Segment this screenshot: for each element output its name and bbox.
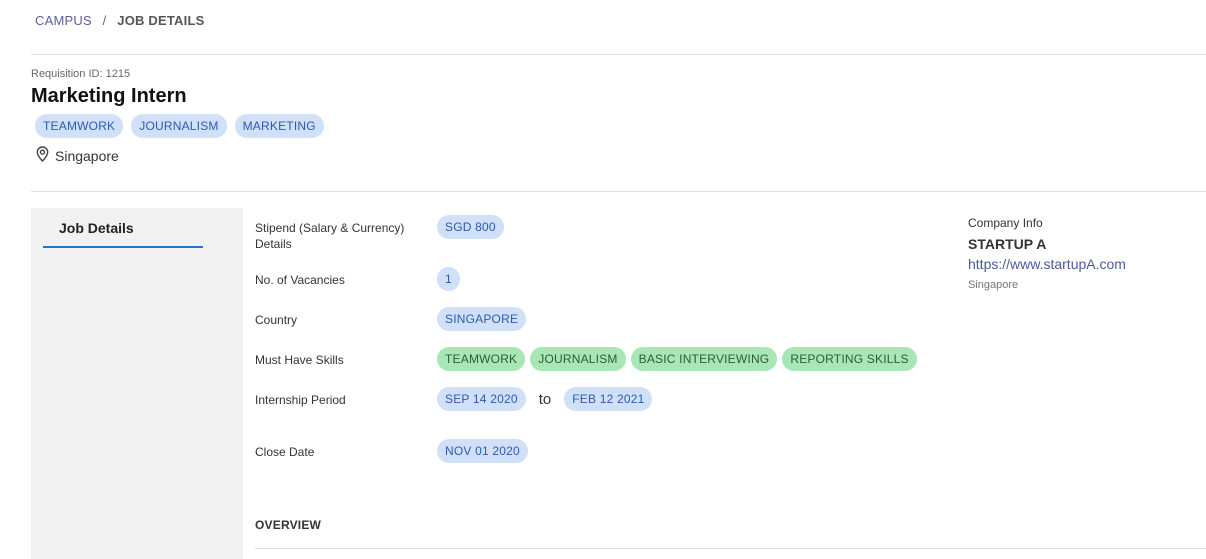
- skill-chip: TEAMWORK: [437, 347, 526, 371]
- close-date-wrap: NOV 01 2020: [437, 439, 528, 463]
- skill-chip: REPORTING SKILLS: [782, 347, 917, 371]
- close-date-label: Close Date: [255, 445, 315, 459]
- skills-label: Must Have Skills: [255, 353, 344, 367]
- vacancies-value-wrap: 1: [437, 267, 460, 291]
- breadcrumb-separator: /: [102, 13, 107, 28]
- company-info-label: Company Info: [968, 216, 1043, 230]
- breadcrumb-current: JOB DETAILS: [117, 13, 205, 28]
- skills-list: TEAMWORK JOURNALISM BASIC INTERVIEWING R…: [437, 347, 917, 371]
- close-date-value: NOV 01 2020: [437, 439, 528, 463]
- job-location: Singapore: [35, 146, 119, 165]
- period-end: FEB 12 2021: [564, 387, 653, 411]
- breadcrumb: CAMPUS / JOB DETAILS: [35, 13, 204, 28]
- country-value: SINGAPORE: [437, 307, 527, 331]
- job-tags: TEAMWORK JOURNALISM MARKETING: [35, 114, 324, 138]
- job-tag: MARKETING: [234, 114, 324, 138]
- page-title: Marketing Intern: [31, 85, 187, 107]
- stipend-value: SGD 800: [437, 215, 504, 239]
- overview-heading: OVERVIEW: [255, 518, 322, 532]
- period-label: Internship Period: [255, 393, 346, 407]
- vacancies-value: 1: [437, 267, 460, 291]
- period-start: SEP 14 2020: [437, 387, 526, 411]
- job-tag: JOURNALISM: [131, 114, 227, 138]
- tab-job-details[interactable]: Job Details: [43, 208, 203, 248]
- overview-divider: [255, 548, 1206, 549]
- company-info: Company Info STARTUP A https://www.start…: [968, 216, 1126, 291]
- stipend-label: Stipend (Salary & Currency) Details: [255, 221, 405, 251]
- company-location: Singapore: [968, 279, 1019, 291]
- skill-chip: JOURNALISM: [530, 347, 626, 371]
- period-to-text: to: [538, 390, 552, 408]
- section-divider: [31, 191, 1206, 192]
- map-pin-icon: [35, 146, 55, 165]
- stipend-value-wrap: SGD 800: [437, 215, 504, 239]
- country-value-wrap: SINGAPORE: [437, 307, 527, 331]
- sidebar: Job Details: [31, 208, 243, 559]
- job-tag: TEAMWORK: [35, 114, 124, 138]
- header-divider: [31, 54, 1206, 55]
- skill-chip: BASIC INTERVIEWING: [630, 347, 778, 371]
- requisition-id: Requisition ID: 1215: [31, 68, 131, 80]
- country-label: Country: [255, 313, 298, 327]
- job-location-text: Singapore: [55, 147, 119, 164]
- company-url-link[interactable]: https://www.startupA.com: [968, 256, 1126, 272]
- period-value-wrap: SEP 14 2020 to FEB 12 2021: [437, 387, 653, 411]
- vacancies-label: No. of Vacancies: [255, 273, 345, 287]
- company-name: STARTUP A: [968, 236, 1047, 252]
- breadcrumb-campus-link[interactable]: CAMPUS: [35, 13, 92, 28]
